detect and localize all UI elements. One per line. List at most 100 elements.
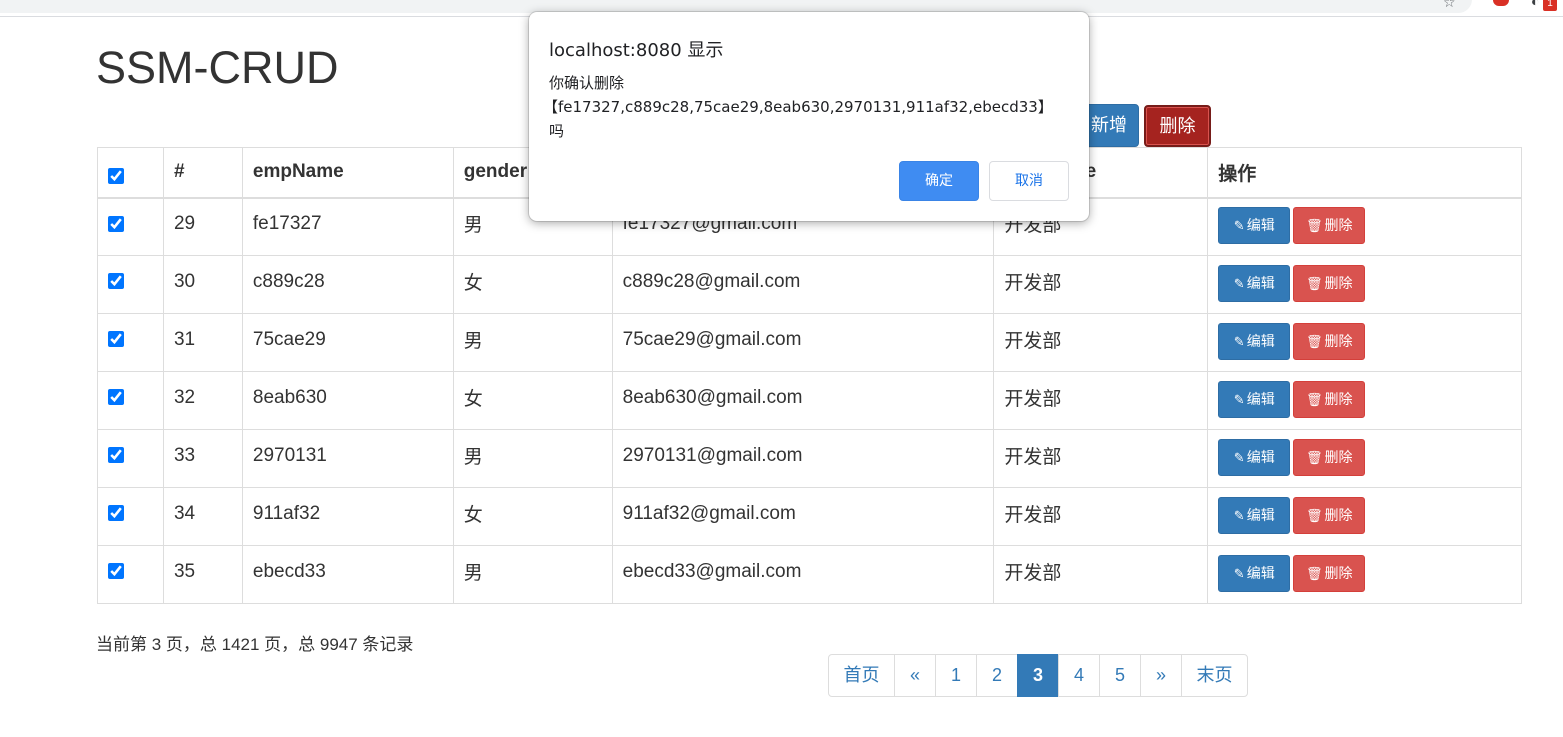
pagination-last[interactable]: 末页: [1181, 654, 1248, 697]
edit-button[interactable]: ✎ 编辑: [1218, 555, 1291, 592]
delete-button[interactable]: 🗑 删除: [1293, 439, 1366, 476]
cell-dept: 开发部: [993, 429, 1209, 488]
pagination-page-3[interactable]: 3: [1017, 654, 1059, 697]
delete-button[interactable]: 🗑 删除: [1293, 323, 1366, 360]
pencil-icon: ✎: [1233, 450, 1245, 465]
cell-id: 30: [162, 255, 243, 314]
cell-gender: 女: [452, 371, 613, 430]
dialog-title: localhost:8080 显示: [549, 40, 724, 61]
pencil-icon: ✎: [1233, 276, 1245, 291]
row-check-cell: [97, 429, 164, 488]
table-row: 31 75cae29 男 75cae29@gmail.com 开发部 ✎ 编辑 🗑 删除: [97, 313, 1522, 372]
delete-selected-button[interactable]: 删除: [1144, 105, 1211, 147]
emp-email: 8eab630@gmail.com: [622, 386, 803, 408]
cell-email: 911af32@gmail.com: [611, 487, 995, 546]
row-checkbox[interactable]: [108, 505, 124, 522]
edit-label: 编辑: [1246, 275, 1275, 291]
pagination-page-5[interactable]: 5: [1099, 654, 1141, 697]
cell-operations: ✎ 编辑 🗑 删除: [1207, 313, 1522, 372]
delete-button[interactable]: 🗑 删除: [1293, 381, 1366, 418]
emp-dept: 开发部: [1004, 331, 1062, 352]
edit-button[interactable]: ✎ 编辑: [1218, 497, 1291, 534]
edit-button[interactable]: ✎ 编辑: [1218, 207, 1291, 245]
pencil-icon: ✎: [1233, 566, 1245, 581]
cell-email: c889c28@gmail.com: [611, 255, 995, 314]
emp-id: 35: [173, 560, 196, 582]
cell-email: 2970131@gmail.com: [611, 429, 995, 488]
cell-dept: 开发部: [993, 545, 1209, 604]
emp-gender: 男: [463, 447, 483, 468]
cell-id: 31: [162, 313, 243, 372]
row-checkbox[interactable]: [108, 273, 124, 290]
row-checkbox[interactable]: [108, 389, 124, 406]
edit-button[interactable]: ✎ 编辑: [1218, 265, 1291, 302]
pagination-page-1[interactable]: 1: [935, 654, 977, 697]
dialog-cancel-button[interactable]: 取消: [989, 161, 1069, 201]
confirm-dialog: localhost:8080 显示 你确认删除 【fe17327,c889c28…: [529, 12, 1089, 221]
pagination-page-4[interactable]: 4: [1058, 654, 1100, 697]
delete-label: 删除: [1324, 391, 1353, 407]
row-checkbox[interactable]: [108, 447, 124, 464]
emp-name: fe17327: [252, 212, 322, 234]
pagination-info: 当前第 3 页，总 1421 页，总 9947 条记录: [96, 635, 414, 654]
delete-button[interactable]: 🗑 删除: [1293, 555, 1366, 592]
emp-gender: 男: [463, 215, 483, 237]
emp-id: 33: [173, 444, 196, 466]
edit-label: 编辑: [1246, 507, 1275, 523]
emp-dept: 开发部: [1004, 273, 1062, 294]
cell-operations: ✎ 编辑 🗑 删除: [1207, 197, 1522, 256]
pagination-next[interactable]: »: [1140, 654, 1182, 697]
emp-email: ebecd33@gmail.com: [622, 560, 802, 582]
delete-button[interactable]: 🗑 删除: [1293, 265, 1366, 302]
dialog-message: 你确认删除 【fe17327,c889c28,75cae29,8eab630,2…: [543, 71, 1079, 143]
emp-gender: 女: [463, 505, 483, 526]
edit-label: 编辑: [1246, 449, 1275, 465]
trash-icon: 🗑: [1305, 218, 1323, 234]
cell-id: 32: [162, 371, 243, 430]
cell-dept: 开发部: [993, 313, 1209, 372]
row-checkbox[interactable]: [108, 215, 124, 232]
pencil-icon: ✎: [1233, 392, 1245, 407]
cell-email: 75cae29@gmail.com: [611, 313, 995, 372]
extension-icon[interactable]: [1493, 0, 1509, 6]
row-checkbox[interactable]: [108, 563, 124, 580]
pagination-first[interactable]: 首页: [828, 654, 895, 697]
delete-button[interactable]: 🗑 删除: [1293, 207, 1366, 245]
trash-icon: 🗑: [1305, 566, 1323, 581]
table-row: 35 ebecd33 男 ebecd33@gmail.com 开发部 ✎ 编辑 🗑 删除: [97, 545, 1522, 604]
trash-icon: 🗑: [1305, 334, 1323, 349]
star-icon[interactable]: ☆: [1443, 0, 1456, 9]
cell-id: 34: [162, 487, 243, 546]
row-check-cell: [97, 371, 164, 430]
edit-label: 编辑: [1246, 333, 1275, 349]
cell-operations: ✎ 编辑 🗑 删除: [1207, 429, 1522, 488]
table-row: 34 911af32 女 911af32@gmail.com 开发部 ✎ 编辑 🗑 删除: [97, 487, 1522, 546]
table-row: 33 2970131 男 2970131@gmail.com 开发部 ✎ 编辑 🗑 删除: [97, 429, 1522, 488]
row-check-cell: [97, 487, 164, 546]
pagination-prev[interactable]: «: [894, 654, 936, 697]
pagination: 首页 « 1 2 3 4 5 » 末页: [828, 654, 1248, 697]
cell-gender: 男: [452, 313, 613, 372]
delete-label: 删除: [1324, 565, 1353, 581]
cell-emp-name: 8eab630: [241, 371, 454, 430]
row-checkbox[interactable]: [108, 331, 124, 348]
delete-label: 删除: [1324, 275, 1353, 291]
pagination-page-2[interactable]: 2: [976, 654, 1018, 697]
emp-dept: 开发部: [1004, 447, 1062, 468]
dialog-ok-button[interactable]: 确定: [899, 161, 979, 201]
emp-name: 75cae29: [252, 328, 326, 350]
cell-gender: 男: [452, 545, 613, 604]
extensions-menu-icon[interactable]: ◐: [1531, 0, 1539, 8]
delete-button[interactable]: 🗑 删除: [1293, 497, 1366, 534]
row-check-cell: [97, 197, 164, 256]
emp-email: 2970131@gmail.com: [622, 444, 803, 466]
edit-button[interactable]: ✎ 编辑: [1218, 323, 1291, 360]
edit-label: 编辑: [1246, 391, 1275, 407]
edit-button[interactable]: ✎ 编辑: [1218, 381, 1291, 418]
emp-name: ebecd33: [252, 560, 326, 582]
emp-dept: 开发部: [1004, 505, 1062, 526]
edit-button[interactable]: ✎ 编辑: [1218, 439, 1291, 476]
check-all-checkbox[interactable]: [108, 168, 124, 185]
emp-gender: 男: [463, 563, 483, 584]
emp-id: 32: [173, 386, 196, 408]
